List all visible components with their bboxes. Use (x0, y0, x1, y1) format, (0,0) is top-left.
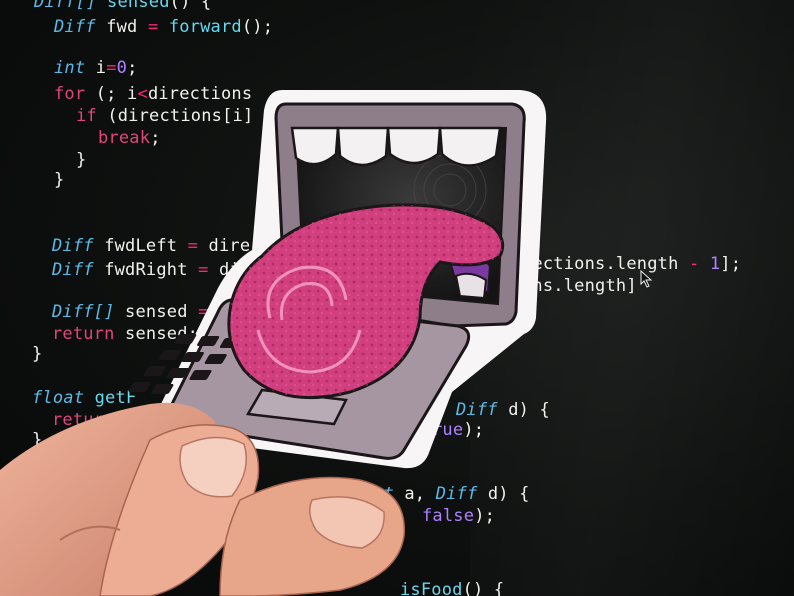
photo-scene: Diff[] sensed() { Diff fwd = forward(); … (0, 0, 794, 596)
sticker-in-hand-illustration (0, 90, 547, 596)
